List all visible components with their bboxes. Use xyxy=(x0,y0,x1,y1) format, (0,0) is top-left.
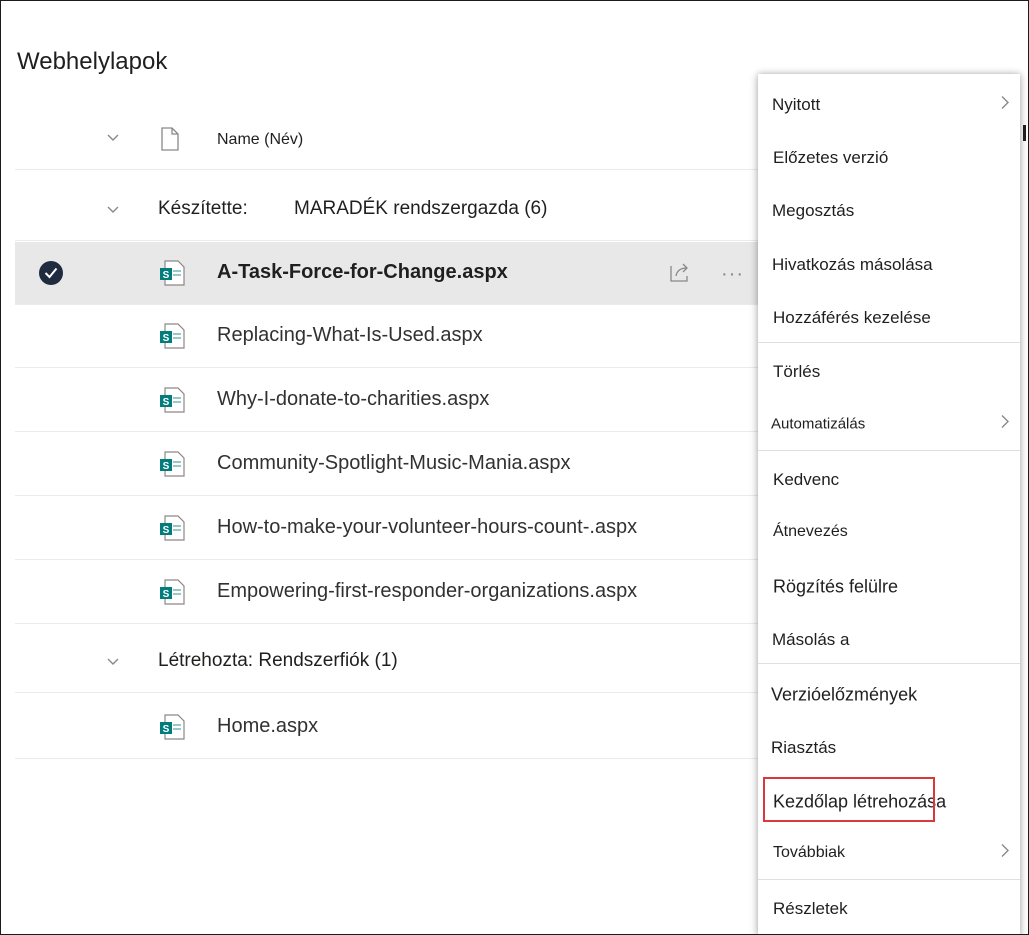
file-name[interactable]: Why-I-donate-to-charities.aspx xyxy=(217,388,489,411)
menu-item-version-history[interactable]: Verzióelőzmények xyxy=(758,668,1020,721)
column-header-name[interactable]: Name (Név) xyxy=(217,131,303,149)
svg-text:S: S xyxy=(163,724,170,735)
chevron-down-icon[interactable] xyxy=(105,129,121,145)
menu-divider xyxy=(758,879,1020,880)
menu-divider xyxy=(758,342,1020,343)
file-name[interactable]: How-to-make-your-volunteer-hours-count-.… xyxy=(217,516,637,539)
menu-item-rename[interactable]: Átnevezés xyxy=(758,505,1020,558)
group-label-value: MARADÉK rendszergazda (6) xyxy=(294,198,548,219)
sharepoint-page-icon: S xyxy=(158,713,186,741)
svg-text:S: S xyxy=(163,270,170,281)
menu-item-preview[interactable]: Előzetes verzió xyxy=(758,131,1020,184)
svg-text:S: S xyxy=(163,589,170,600)
svg-text:S: S xyxy=(163,461,170,472)
menu-item-open[interactable]: Nyitott xyxy=(758,78,1020,131)
menu-item-details[interactable]: Részletek xyxy=(758,882,1020,934)
svg-text:S: S xyxy=(163,525,170,536)
svg-text:S: S xyxy=(163,333,170,344)
checkmark-icon[interactable] xyxy=(39,261,63,285)
sharepoint-page-icon: S xyxy=(158,578,186,606)
share-icon[interactable] xyxy=(668,261,692,288)
menu-divider xyxy=(758,450,1020,451)
file-name[interactable]: Replacing-What-Is-Used.aspx xyxy=(217,324,483,347)
menu-item-delete[interactable]: Törlés xyxy=(758,345,1020,398)
menu-item-more[interactable]: Továbbiak xyxy=(758,826,1020,879)
menu-item-copy-to[interactable]: Másolás a xyxy=(758,613,1020,666)
file-name[interactable]: A-Task-Force-for-Change.aspx xyxy=(217,261,508,284)
group-label: Létrehozta: Rendszerfiók (1) xyxy=(158,650,398,671)
menu-divider xyxy=(758,663,1020,664)
document-library-view: Webhelylapok Name (Név) Készítette: MARA… xyxy=(0,0,1029,935)
chevron-right-icon xyxy=(1000,94,1010,115)
more-icon[interactable]: ··· xyxy=(721,263,744,286)
group-label-prefix: Készítette: xyxy=(158,198,248,219)
chevron-right-icon xyxy=(1000,413,1010,434)
menu-item-pin-to-top[interactable]: Rögzítés felülre xyxy=(758,560,1020,613)
menu-item-share[interactable]: Megosztás xyxy=(758,184,1020,237)
menu-item-alert[interactable]: Riasztás xyxy=(758,721,1020,774)
sharepoint-page-icon: S xyxy=(158,259,186,287)
menu-item-copy-link[interactable]: Hivatkozás másolása xyxy=(758,238,1020,291)
chevron-down-icon[interactable] xyxy=(105,201,121,222)
svg-text:S: S xyxy=(163,397,170,408)
menu-item-manage-access[interactable]: Hozzáférés kezelése xyxy=(758,291,1020,344)
page-title: Webhelylapok xyxy=(17,48,168,75)
file-name[interactable]: Home.aspx xyxy=(217,715,318,738)
sharepoint-page-icon: S xyxy=(158,386,186,414)
menu-item-favorite[interactable]: Kedvenc xyxy=(758,453,1020,506)
sharepoint-page-icon: S xyxy=(158,450,186,478)
menu-item-automate[interactable]: Automatizálás xyxy=(758,397,1020,450)
chevron-right-icon xyxy=(1000,842,1010,863)
chevron-down-icon[interactable] xyxy=(105,653,121,674)
file-name[interactable]: Community-Spotlight-Music-Mania.aspx xyxy=(217,452,570,475)
sharepoint-page-icon: S xyxy=(158,514,186,542)
file-name[interactable]: Empowering-first-responder-organizations… xyxy=(217,580,637,603)
sharepoint-page-icon: S xyxy=(158,322,186,350)
highlight-box xyxy=(763,777,935,822)
document-icon xyxy=(160,127,180,156)
